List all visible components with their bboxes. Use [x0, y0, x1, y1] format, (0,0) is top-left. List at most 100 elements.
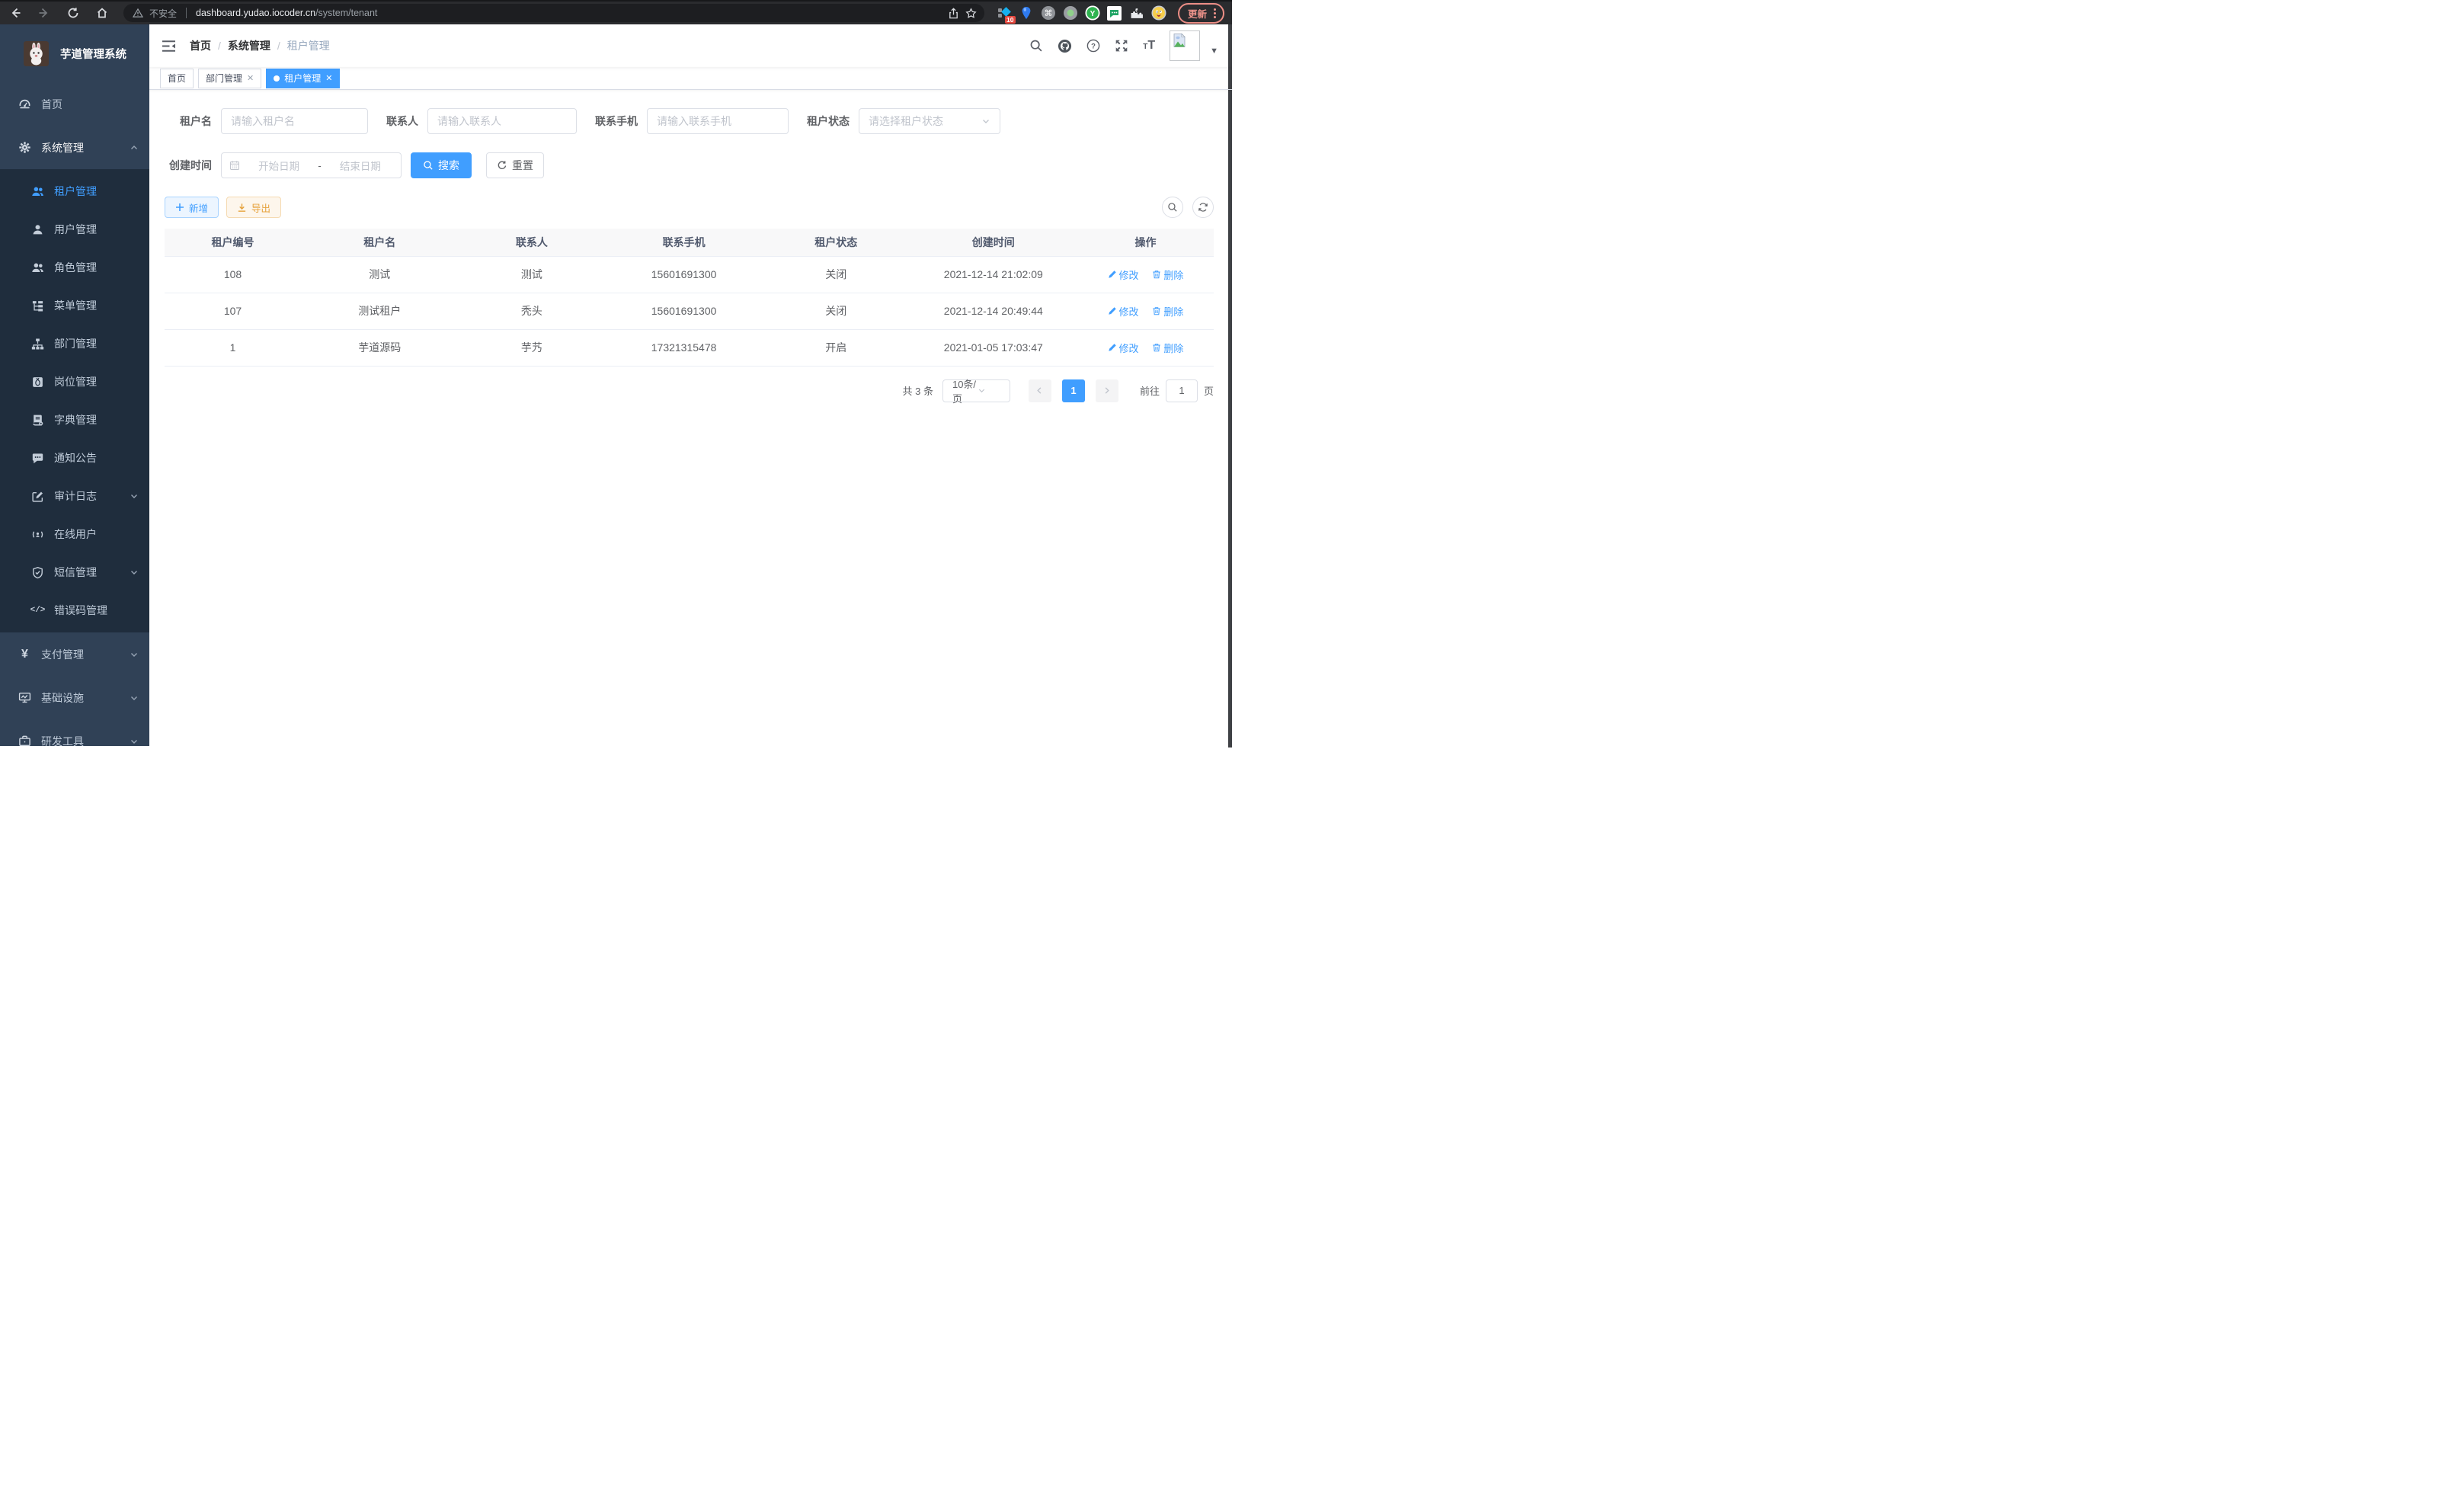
sidebar-item-dict[interactable]: 字典管理: [0, 401, 149, 439]
sidebar-item-infra[interactable]: 基础设施: [0, 676, 149, 719]
bookmark-star-icon[interactable]: [965, 8, 977, 19]
next-page-icon[interactable]: [1096, 379, 1118, 402]
tab-tenant[interactable]: 租户管理✕: [266, 69, 340, 88]
browser-menu-kebab-icon[interactable]: [1214, 8, 1216, 18]
back-icon[interactable]: [9, 7, 21, 19]
breadcrumb-system[interactable]: 系统管理: [228, 38, 270, 53]
sidebar-item-system[interactable]: 系统管理: [0, 126, 149, 169]
table-row: 1 芋道源码 芋艿 17321315478 开启 2021-01-05 17:0…: [165, 329, 1214, 366]
close-icon[interactable]: ✕: [325, 73, 332, 83]
edit-button[interactable]: 修改: [1108, 304, 1139, 319]
omnibox-divider: [186, 8, 187, 18]
reset-button[interactable]: 重置: [486, 152, 544, 178]
extension-balloon-icon[interactable]: [1019, 5, 1034, 21]
sidebar-item-menu[interactable]: 菜单管理: [0, 287, 149, 325]
extension-badge: 10: [1005, 16, 1016, 24]
update-button[interactable]: 更新: [1178, 3, 1224, 24]
sidebar-item-dev-tools[interactable]: 研发工具: [0, 719, 149, 746]
sidebar-item-user[interactable]: 用户管理: [0, 210, 149, 248]
avatar-caret-icon[interactable]: ▼: [1210, 46, 1218, 56]
col-tenant-id: 租户编号: [165, 229, 301, 256]
sidebar-item-post[interactable]: 岗位管理: [0, 363, 149, 401]
close-icon[interactable]: ✕: [247, 73, 254, 83]
col-status: 租户状态: [763, 229, 910, 256]
sidebar-item-notice[interactable]: 通知公告: [0, 439, 149, 477]
svg-text:⌘: ⌘: [1044, 9, 1052, 18]
contact-input[interactable]: [437, 115, 567, 127]
start-date-placeholder[interactable]: 开始日期: [246, 158, 312, 173]
online-signal-icon: [31, 528, 44, 541]
filter-create-time: 创建时间 开始日期 - 结束日期: [165, 152, 402, 178]
search-icon[interactable]: [1029, 39, 1043, 53]
hide-search-icon[interactable]: [1162, 197, 1183, 218]
tab-dept[interactable]: 部门管理✕: [198, 69, 261, 88]
sidebar-item-tenant[interactable]: 租户管理: [0, 172, 149, 210]
yen-icon: ¥: [18, 648, 31, 661]
date-separator: -: [318, 160, 321, 171]
extension-devtool-icon[interactable]: 10: [997, 5, 1012, 21]
sidebar-item-role[interactable]: 角色管理: [0, 248, 149, 287]
chevron-down-icon: [130, 737, 139, 746]
goto-page: 前往 页: [1140, 379, 1214, 402]
tenant-name-input[interactable]: [231, 115, 358, 127]
extension-y-icon[interactable]: Y: [1085, 5, 1100, 21]
home-icon[interactable]: [96, 7, 108, 19]
delete-button[interactable]: 删除: [1152, 267, 1183, 282]
extension-command-icon[interactable]: ⌘: [1041, 5, 1056, 21]
sidebar-item-online-user[interactable]: 在线用户: [0, 515, 149, 553]
sidebar-item-payment[interactable]: ¥ 支付管理: [0, 632, 149, 676]
breadcrumb-current: 租户管理: [287, 38, 330, 53]
extension-chat-icon[interactable]: [1107, 5, 1122, 21]
goto-page-input[interactable]: [1166, 379, 1198, 402]
page-number-1[interactable]: 1: [1062, 379, 1085, 402]
delete-button[interactable]: 删除: [1152, 304, 1183, 319]
sidebar-logo[interactable]: 芋道管理系统: [0, 24, 149, 82]
breadcrumb-home[interactable]: 首页: [190, 38, 211, 53]
share-icon[interactable]: [948, 8, 959, 19]
font-size-icon[interactable]: TT: [1143, 39, 1155, 53]
page-scrollbar[interactable]: [1228, 24, 1232, 748]
tab-home[interactable]: 首页: [160, 69, 194, 88]
sidebar-item-audit-log[interactable]: 审计日志: [0, 477, 149, 515]
page-size-select[interactable]: 10条/页: [942, 379, 1010, 402]
tenant-table: 租户编号 租户名 联系人 联系手机 租户状态 创建时间 操作 108 测试 测试: [165, 229, 1214, 367]
date-range-picker[interactable]: 开始日期 - 结束日期: [221, 152, 402, 178]
search-button[interactable]: 搜索: [411, 152, 472, 178]
delete-button[interactable]: 删除: [1152, 341, 1183, 355]
profile-avatar-icon[interactable]: [1151, 5, 1166, 21]
table-toolbar: 新增 导出: [165, 197, 1214, 218]
prev-page-icon[interactable]: [1029, 379, 1051, 402]
address-bar[interactable]: 不安全 dashboard.yudao.iocoder.cn/system/te…: [123, 4, 984, 22]
forward-icon[interactable]: [38, 7, 50, 19]
goto-label: 前往: [1140, 383, 1160, 398]
role-users-icon: [31, 261, 44, 274]
create-time-label: 创建时间: [165, 158, 212, 173]
col-tenant-name: 租户名: [301, 229, 459, 256]
table-row: 108 测试 测试 15601691300 关闭 2021-12-14 21:0…: [165, 256, 1214, 293]
extension-record-icon[interactable]: [1063, 5, 1078, 21]
refresh-icon[interactable]: [1192, 197, 1214, 218]
sidebar-item-sms[interactable]: 短信管理: [0, 553, 149, 591]
system-submenu: 租户管理 用户管理 角色管理 菜单管理 部门管理 岗位管理: [0, 169, 149, 632]
status-select[interactable]: 请选择租户状态: [859, 108, 1000, 134]
extensions-puzzle-icon[interactable]: [1129, 5, 1144, 21]
edit-button[interactable]: 修改: [1108, 267, 1139, 282]
end-date-placeholder[interactable]: 结束日期: [328, 158, 393, 173]
fullscreen-icon[interactable]: [1115, 39, 1128, 53]
add-button[interactable]: 新增: [165, 197, 219, 218]
mobile-input[interactable]: [657, 115, 779, 127]
url-text[interactable]: dashboard.yudao.iocoder.cn/system/tenant: [196, 8, 377, 18]
tenant-page: 租户名 联系人 联系手机 租户状态 请选择租户状态: [149, 90, 1232, 746]
help-icon[interactable]: ?: [1086, 39, 1100, 53]
sidebar-item-home[interactable]: 首页: [0, 82, 149, 126]
sidebar-item-error-code[interactable]: </> 错误码管理: [0, 591, 149, 629]
github-icon[interactable]: [1058, 39, 1072, 53]
security-label[interactable]: 不安全: [149, 7, 177, 20]
chevron-up-icon: [130, 143, 139, 152]
sidebar-item-dept[interactable]: 部门管理: [0, 325, 149, 363]
avatar[interactable]: [1170, 30, 1200, 61]
export-button[interactable]: 导出: [226, 197, 281, 218]
sidebar-collapse-icon[interactable]: [162, 40, 176, 53]
reload-icon[interactable]: [67, 7, 79, 19]
edit-button[interactable]: 修改: [1108, 341, 1139, 355]
